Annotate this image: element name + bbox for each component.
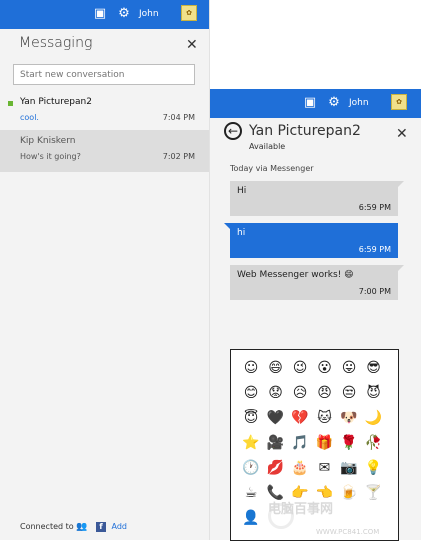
conversation-preview: cool. (20, 113, 39, 122)
facebook-icon[interactable]: f (95, 522, 106, 532)
emoji-button[interactable]: ✉ (315, 458, 335, 478)
emoji-button[interactable]: 😉 (290, 358, 310, 378)
emoji-button[interactable]: ☺ (241, 358, 261, 378)
message-time: 6:59 PM (358, 245, 391, 254)
panel-title: Messaging (19, 35, 93, 51)
conversation-preview: How's it going? (20, 152, 81, 161)
emoji-button[interactable]: 🎁 (315, 433, 335, 453)
message-text: hi (237, 228, 246, 238)
emoji-button[interactable]: ⭐ (241, 433, 261, 453)
emoji-button[interactable]: 😇 (241, 408, 261, 428)
emoji-button[interactable]: 😥 (290, 383, 310, 403)
avatar[interactable]: ✿ (391, 94, 407, 110)
messenger-people-icon: 👥 (76, 522, 88, 532)
avatar[interactable]: ✿ (181, 5, 197, 21)
gear-icon[interactable]: ⚙ (326, 95, 342, 111)
conversation-panel: ▣ ⚙ John ✿ ← Yan Picturepan2 Available ✕… (210, 89, 421, 541)
conversation-name: Kip Kniskern (20, 136, 76, 146)
conversation-time: 7:04 PM (162, 113, 195, 122)
emoji-button[interactable]: 😛 (339, 358, 359, 378)
emoji-button[interactable]: 📷 (339, 458, 359, 478)
top-bar: ▣ ⚙ John ✿ (210, 89, 421, 118)
emoji-button[interactable]: 🎥 (266, 433, 286, 453)
top-bar: ▣ ⚙ John ✿ (0, 0, 209, 29)
start-conversation-input[interactable] (13, 64, 195, 85)
emoji-button[interactable]: 😟 (266, 383, 286, 403)
conversation-item[interactable]: Kip Kniskern How's it going? 7:02 PM (0, 130, 209, 172)
message-text: Web Messenger works! 😄 (237, 270, 354, 280)
emoji-button[interactable]: 🍺 (339, 483, 359, 503)
user-name[interactable]: John (349, 98, 369, 108)
emoji-button[interactable]: 🌙 (364, 408, 384, 428)
messaging-panel: ▣ ⚙ John ✿ Messaging ✕ Yan Picturepan2 c… (0, 0, 210, 540)
emoji-button[interactable]: 😄 (266, 358, 286, 378)
emoji-button[interactable]: 😮 (315, 358, 335, 378)
connection-footer: Connected to 👥 f Add (20, 522, 127, 532)
message-text: Hi (237, 186, 247, 196)
gear-icon[interactable]: ⚙ (116, 6, 132, 22)
close-icon[interactable]: ✕ (396, 126, 408, 142)
conversation-time: 7:02 PM (162, 152, 195, 161)
close-icon[interactable]: ✕ (186, 37, 198, 53)
emoji-button[interactable]: 🕐 (241, 458, 261, 478)
message-bubble: Web Messenger works! 😄 7:00 PM (230, 265, 404, 300)
emoji-button[interactable]: 😈 (364, 383, 384, 403)
emoji-button[interactable]: 🌹 (339, 433, 359, 453)
watermark: 电脑百事网 (268, 502, 334, 517)
back-arrow-icon[interactable]: ← (224, 122, 242, 140)
emoji-button[interactable]: 😠 (315, 383, 335, 403)
emoji-button[interactable]: 😎 (364, 358, 384, 378)
message-time: 7:00 PM (358, 287, 391, 296)
connected-label: Connected to (20, 522, 74, 531)
emoji-button[interactable]: 👤 (241, 508, 261, 528)
conversation-item[interactable]: Yan Picturepan2 cool. 7:04 PM (0, 91, 209, 133)
contact-name: Yan Picturepan2 (249, 123, 361, 139)
emoji-button[interactable]: 🎂 (290, 458, 310, 478)
contact-status: Available (249, 142, 286, 151)
message-bubble: hi 6:59 PM (224, 223, 398, 258)
emoji-button[interactable]: 😊 (241, 383, 261, 403)
add-link[interactable]: Add (112, 522, 128, 531)
emoji-button[interactable]: 🎵 (290, 433, 310, 453)
emoji-button[interactable]: ☕ (241, 483, 261, 503)
chat-icon[interactable]: ▣ (92, 6, 108, 22)
emoji-button[interactable]: 🥀 (364, 433, 384, 453)
conversation-name: Yan Picturepan2 (20, 97, 92, 107)
message-bubble: Hi 6:59 PM (230, 181, 404, 216)
emoji-button[interactable]: 🍸 (364, 483, 384, 503)
watermark-url: WWW.PC841.COM (316, 528, 380, 536)
message-time: 6:59 PM (358, 203, 391, 212)
unread-indicator (8, 101, 13, 106)
emoji-button[interactable]: 🐱 (315, 408, 335, 428)
emoji-button[interactable]: 🐶 (339, 408, 359, 428)
emoji-button[interactable]: 💋 (266, 458, 286, 478)
emoji-button[interactable]: 😒 (339, 383, 359, 403)
day-label: Today via Messenger (230, 164, 314, 173)
chat-icon[interactable]: ▣ (302, 95, 318, 111)
user-name[interactable]: John (139, 9, 159, 19)
emoji-button[interactable]: 💡 (364, 458, 384, 478)
emoji-button[interactable]: 💔 (290, 408, 310, 428)
emoji-button[interactable]: 🖤 (266, 408, 286, 428)
